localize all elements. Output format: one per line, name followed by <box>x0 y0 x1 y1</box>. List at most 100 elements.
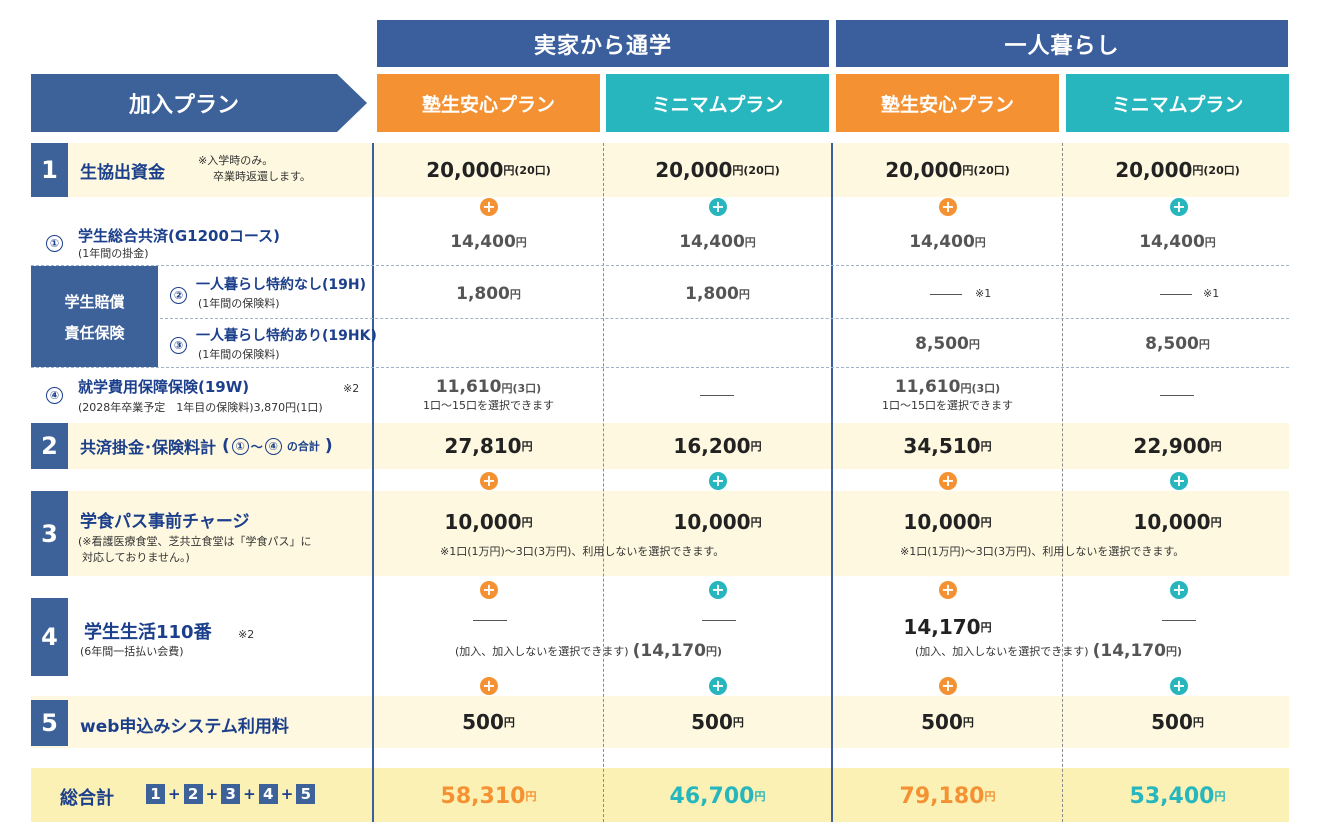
plus-icon: + <box>709 581 727 599</box>
kyosai-value-3: 14,400 円 <box>1066 228 1289 256</box>
row4-paren-val-alone: (14,170 <box>1092 641 1166 661</box>
shugaku-note-0: 1口～15口を選択できます <box>423 399 554 412</box>
row3-note1: (※看護医療食堂、芝共立食堂は「学食パス」に <box>78 535 312 548</box>
row1-amount-0: 20,000 <box>426 158 504 182</box>
col-header-alone-anshin: 塾生安心プラン <box>836 74 1059 132</box>
dash-mark <box>930 294 962 295</box>
baisho-label-line1: 学生賠償 <box>64 292 125 311</box>
row2-value-3: 22,900 円 <box>1066 430 1289 462</box>
row3-amount-2: 10,000 <box>903 510 981 534</box>
kyosai-unit-2: 円 <box>974 236 986 249</box>
total-amount-3: 53,400 <box>1129 783 1215 809</box>
row1-title: 生協出資金 <box>80 163 165 183</box>
baisho-a-unit-0: 円 <box>509 288 521 301</box>
row2-unit-0: 円 <box>521 440 533 453</box>
kyosai-value-0: 14,400 円 <box>377 228 600 256</box>
circle-1-icon: ① <box>46 235 63 252</box>
plus-icon: + <box>939 472 957 490</box>
kyosai-value-2: 14,400 円 <box>836 228 1059 256</box>
circle-4-icon: ④ <box>46 387 63 404</box>
circle-2-icon: ② <box>170 287 187 304</box>
baisho-b-value-1: 8,500 円 <box>1066 330 1289 358</box>
divider-left <box>372 143 374 822</box>
kyosai-unit-3: 円 <box>1204 236 1216 249</box>
circle-1-icon: ① <box>231 437 249 455</box>
shugaku-unit-0: 円 <box>501 382 513 395</box>
row1-amount-3: 20,000 <box>1115 158 1193 182</box>
baisho-a-circle: ② <box>170 284 187 304</box>
row3-note2: 対応しておりません。) <box>82 551 190 564</box>
row2-amount-2: 34,510 <box>903 434 981 458</box>
shugaku-mark: ※2 <box>343 382 360 395</box>
baisho-a-unit-1: 円 <box>738 288 750 301</box>
plus-icon: + <box>1170 581 1188 599</box>
row2-unit-3: 円 <box>1210 440 1222 453</box>
row5-value-1: 500 円 <box>606 706 829 738</box>
kyosai-amount-0: 14,400 <box>450 232 516 252</box>
formula-plus: + <box>280 785 294 803</box>
col-header-home-minimum: ミニマムプラン <box>606 74 829 132</box>
total-unit-2: 円 <box>984 790 996 803</box>
row2-tilde: ～ <box>250 439 263 454</box>
divider-home-dashed <box>603 143 604 822</box>
shugaku-unit-2: 円 <box>960 382 972 395</box>
row4-note-home: (加入、加入しないを選択できます) (14,170 円) <box>455 641 722 661</box>
row1-note1: ※入学時のみ。 <box>198 154 274 167</box>
row4-value-2: 14,170 円 <box>836 612 1059 642</box>
row2-value-0: 27,810 円 <box>377 430 600 462</box>
plus-icon: + <box>1170 472 1188 490</box>
row5-title: web申込みシステム利用料 <box>80 717 289 737</box>
baisho-a-title: 一人暮らし特約なし(19H) <box>196 277 366 293</box>
group-header-home: 実家から通学 <box>377 20 829 67</box>
circle-4-icon: ④ <box>264 437 282 455</box>
row4-sub: (6年間一括払い会費) <box>80 645 184 658</box>
total-amount-0: 58,310 <box>440 783 526 809</box>
row1-number: 1 <box>31 143 68 197</box>
baisho-b-unit-1: 円 <box>1198 338 1210 351</box>
col-header-home-anshin: 塾生安心プラン <box>377 74 600 132</box>
baisho-a-value-0: 1,800 円 <box>377 280 600 308</box>
row3-unit-1: 円 <box>750 516 762 529</box>
baisho-b-sub: (1年間の保険料) <box>198 348 280 361</box>
kyosai-sub: (1年間の掛金) <box>78 247 149 260</box>
kyosai-unit-0: 円 <box>515 236 527 249</box>
row3-amount-3: 10,000 <box>1133 510 1211 534</box>
dash-mark <box>700 395 734 396</box>
row1-amount-2: 20,000 <box>885 158 963 182</box>
baisho-b-circle: ③ <box>170 334 187 354</box>
row1-value-3: 20,000 円 (20口) <box>1066 152 1289 188</box>
row3-value-0: 10,000 円 <box>377 506 600 538</box>
total-formula: 1 + 2 + 3 + 4 + 5 <box>146 784 316 804</box>
row4-paren-unit-home: 円) <box>705 645 722 658</box>
baisho-b-unit-0: 円 <box>968 338 980 351</box>
formula-plus: + <box>168 785 181 803</box>
row2-paren-open: ( <box>222 436 230 456</box>
baisho-b-value-0: 8,500 円 <box>836 330 1059 358</box>
row3-note-home: ※1口(1万円)～3口(3万円)、利用しないを選択できます。 <box>440 545 725 558</box>
row2-title: 共済掛金･保険料計 <box>80 438 217 457</box>
plus-icon: + <box>480 198 498 216</box>
plus-icon: + <box>939 581 957 599</box>
row3-number: 3 <box>31 491 68 576</box>
row4-title: 学生生活110番 <box>84 622 212 643</box>
group-header-alone: 一人暮らし <box>836 20 1288 67</box>
row3-value-1: 10,000 円 <box>606 506 829 538</box>
row2-amount-0: 27,810 <box>444 434 522 458</box>
row2-number: 2 <box>31 423 68 469</box>
row1-sub-3: (20口) <box>1203 164 1240 177</box>
plus-icon: + <box>480 472 498 490</box>
plus-icon: + <box>709 198 727 216</box>
total-value-3: 53,400 円 <box>1066 778 1289 814</box>
row2-amount-3: 22,900 <box>1133 434 1211 458</box>
row2-unit-2: 円 <box>980 440 992 453</box>
baisho-a-value-1: 1,800 円 <box>606 280 829 308</box>
baisho-label: 学生賠償 責任保険 <box>31 266 158 367</box>
total-unit-0: 円 <box>525 790 537 803</box>
kyosai-value-1: 14,400 円 <box>606 228 829 256</box>
plus-icon: + <box>480 677 498 695</box>
baisho-a-mark-3: ※1 <box>1203 287 1220 300</box>
kyosai-amount-3: 14,400 <box>1139 232 1205 252</box>
row2-value-1: 16,200 円 <box>606 430 829 462</box>
kyosai-unit-1: 円 <box>744 236 756 249</box>
kyosai-amount-1: 14,400 <box>679 232 745 252</box>
